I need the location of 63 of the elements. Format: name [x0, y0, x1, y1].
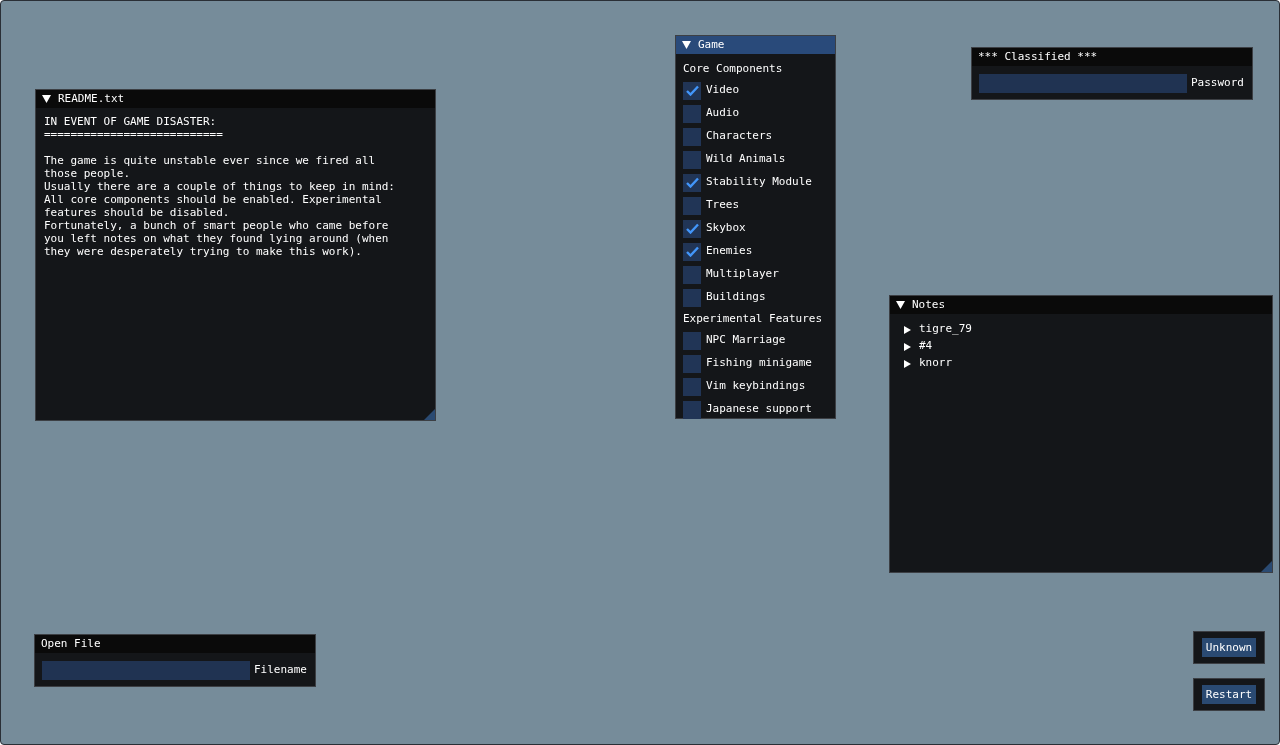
resize-grip-icon[interactable]: [1261, 561, 1272, 572]
checkmark-icon: [685, 85, 699, 96]
checkbox[interactable]: [683, 81, 701, 100]
window-title: Open File: [41, 635, 101, 652]
checkbox[interactable]: [683, 242, 701, 261]
checkbox-label: Enemies: [706, 243, 753, 260]
checkbox[interactable]: [683, 354, 701, 373]
checkbox[interactable]: [683, 265, 701, 284]
input-field[interactable]: [979, 74, 1187, 93]
field-label: Filename: [254, 662, 307, 679]
readme-line: IN EVENT OF GAME DISASTER:: [44, 115, 218, 128]
checkbox-label: Video: [706, 82, 740, 99]
checkmark-icon: [685, 177, 699, 188]
collapse-icon[interactable]: [682, 41, 691, 49]
checkbox-label: Stability Module: [706, 174, 812, 191]
action-button[interactable]: Restart: [1201, 685, 1257, 704]
window-title: Notes: [912, 296, 946, 313]
input-field[interactable]: [42, 661, 250, 680]
readme-line: Fortunately, a bunch of smart people who came before: [44, 219, 390, 232]
readme-line: The game is quite unstable ever since we fired all: [44, 154, 377, 167]
checkbox[interactable]: [683, 400, 701, 419]
checkbox-label: Trees: [706, 197, 740, 214]
readme-line: you left notes on what they found lying around (when: [44, 232, 390, 245]
section-heading: Core Components: [683, 61, 784, 77]
checkbox-label: Audio: [706, 105, 740, 122]
checkmark-icon: [685, 223, 699, 234]
checkbox-label: Japanese support: [706, 401, 812, 418]
checkbox-label: Fishing minigame: [706, 355, 812, 372]
section-heading: Experimental Features: [683, 311, 824, 327]
checkbox-label: Multiplayer: [706, 266, 779, 283]
readme-line: those people.: [44, 167, 132, 180]
tree-node[interactable]: tigre_79: [904, 321, 972, 338]
checkbox-label: Wild Animals: [706, 151, 786, 168]
readme-line: they were desperately trying to make this work).: [44, 245, 363, 258]
checkbox[interactable]: [683, 219, 701, 238]
checkbox[interactable]: [683, 173, 701, 192]
resize-grip-icon[interactable]: [424, 409, 435, 420]
readme-line: ===========================: [44, 128, 224, 141]
checkbox[interactable]: [683, 127, 701, 146]
window-title: README.txt: [58, 90, 125, 107]
checkbox-label: Vim keybindings: [706, 378, 806, 395]
checkbox[interactable]: [683, 196, 701, 215]
collapse-icon[interactable]: [42, 95, 51, 103]
checkbox[interactable]: [683, 104, 701, 123]
readme-line: All core components should be enabled. Experimental: [44, 193, 383, 206]
readme-line: Usually there are a couple of things to keep in mind:: [44, 180, 396, 193]
checkbox-label: Characters: [706, 128, 773, 145]
field-label: Password: [1191, 75, 1244, 92]
checkbox-label: Buildings: [706, 289, 766, 306]
checkmark-icon: [685, 246, 699, 257]
window-title: *** Classified ***: [978, 48, 1098, 65]
checkbox-label: Skybox: [706, 220, 746, 237]
checkbox[interactable]: [683, 150, 701, 169]
tree-node[interactable]: knorr: [904, 355, 953, 372]
readme-line: features should be disabled.: [44, 206, 231, 219]
checkbox[interactable]: [683, 331, 701, 350]
checkbox-label: NPC Marriage: [706, 332, 786, 349]
window-title: Game: [698, 36, 725, 53]
action-button[interactable]: Unknown: [1201, 638, 1257, 657]
checkbox[interactable]: [683, 377, 701, 396]
collapse-icon[interactable]: [896, 301, 905, 309]
checkbox[interactable]: [683, 288, 701, 307]
tree-node[interactable]: #4: [904, 338, 933, 355]
